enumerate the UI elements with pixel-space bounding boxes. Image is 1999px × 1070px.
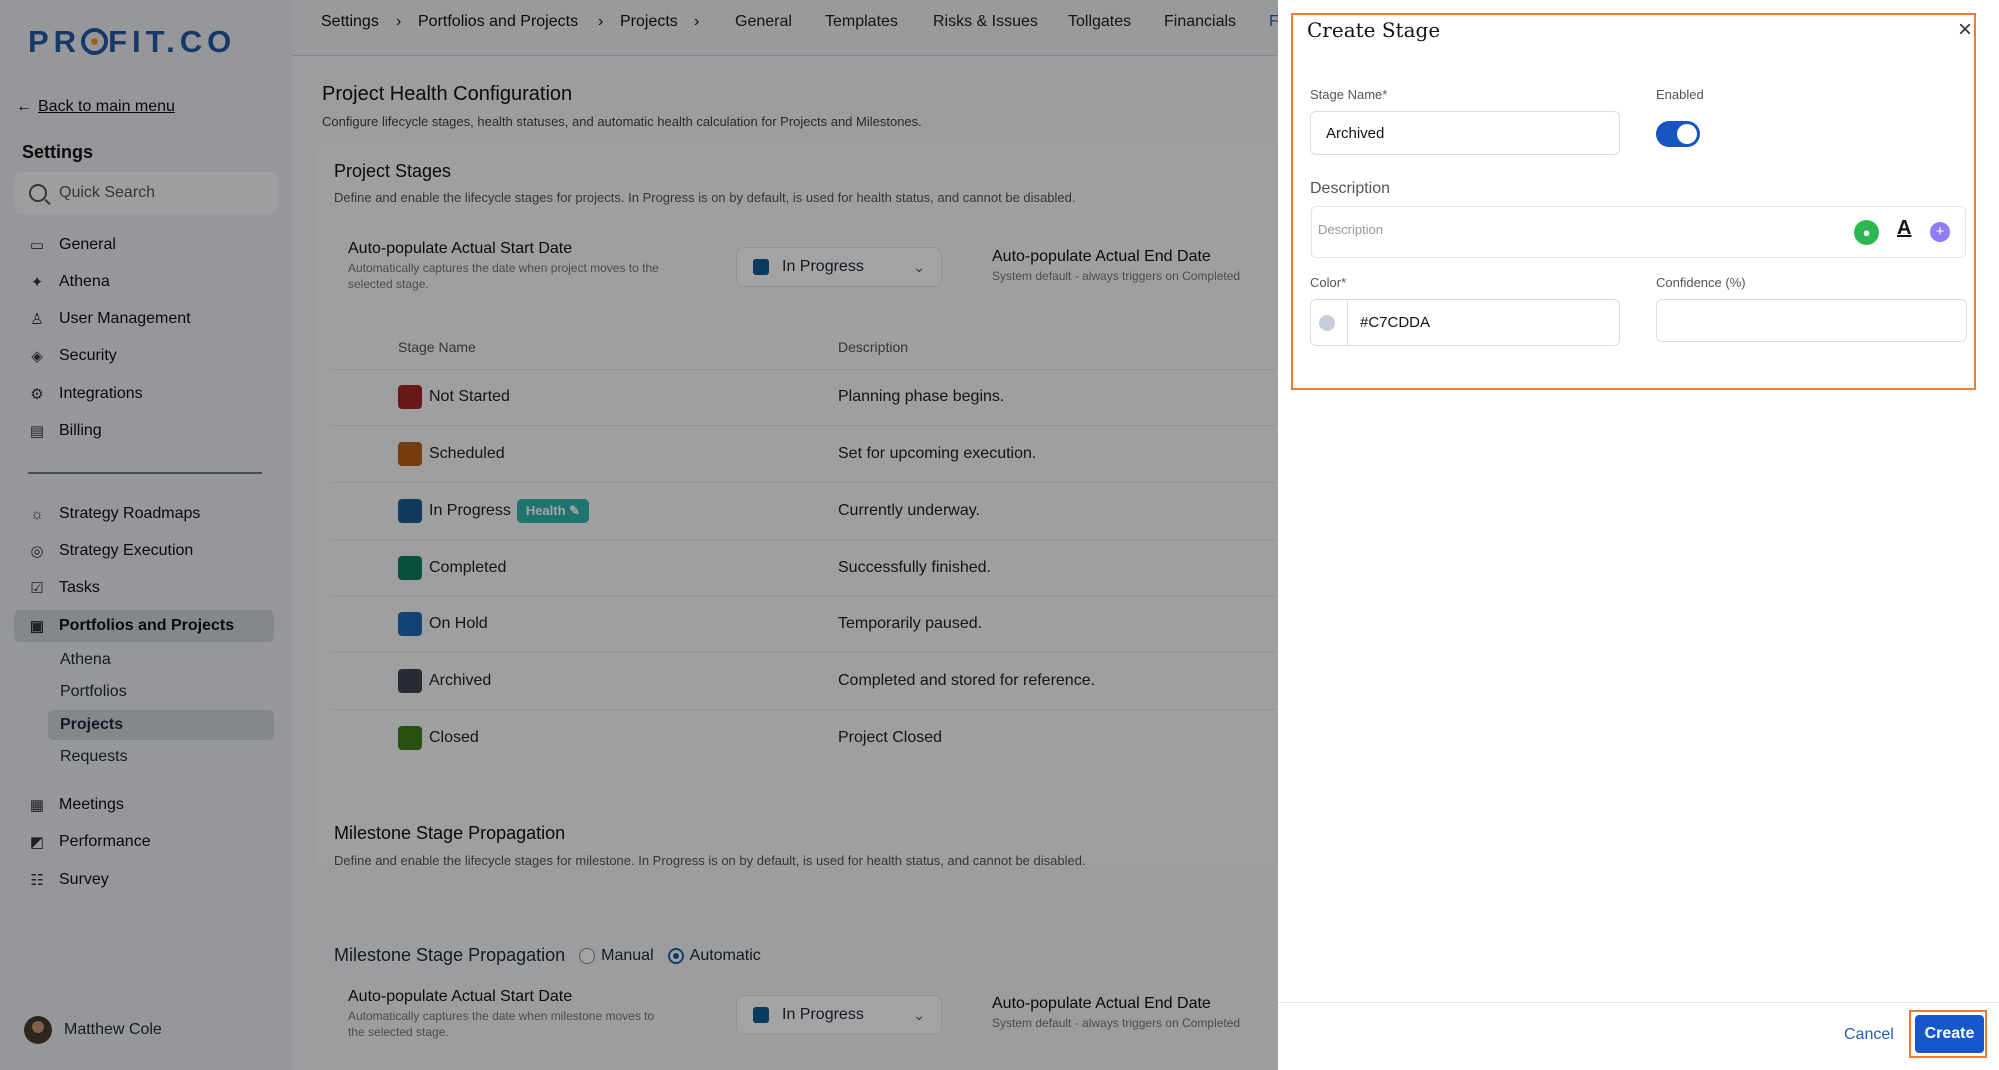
close-icon[interactable]: ×	[1958, 16, 1972, 44]
field-divider	[1347, 300, 1348, 345]
color-label: Color*	[1310, 275, 1347, 290]
stage-name-label: Stage Name*	[1310, 87, 1388, 102]
add-circle-icon[interactable]: +	[1930, 222, 1950, 242]
text-format-icon[interactable]: A	[1897, 217, 1911, 240]
description-label: Description	[1310, 180, 1391, 197]
stage-name-input[interactable]: Archived	[1310, 111, 1620, 155]
create-stage-panel	[1278, 0, 1999, 1070]
description-placeholder: Description	[1318, 222, 1384, 237]
confidence-input[interactable]	[1656, 299, 1967, 342]
cancel-button[interactable]: Cancel	[1844, 1026, 1894, 1044]
color-input[interactable]: #C7CDDA	[1310, 299, 1620, 346]
modal-backdrop[interactable]	[0, 0, 1278, 1070]
ai-assistant-icon[interactable]: ●	[1854, 220, 1879, 245]
create-stage-title: Create Stage	[1307, 18, 1441, 42]
color-swatch	[1319, 314, 1335, 331]
enabled-toggle[interactable]	[1656, 121, 1700, 147]
create-button[interactable]: Create	[1915, 1015, 1984, 1053]
enabled-label: Enabled	[1656, 87, 1704, 102]
confidence-label: Confidence (%)	[1656, 275, 1746, 290]
